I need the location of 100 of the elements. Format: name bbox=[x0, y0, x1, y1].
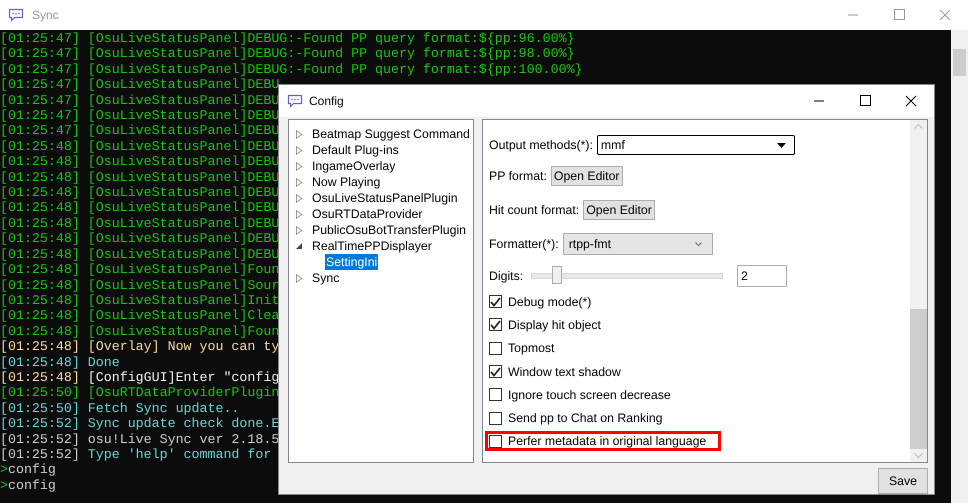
command-text: config bbox=[8, 478, 56, 494]
setting-label: PP format: bbox=[489, 169, 547, 183]
prompt-mark: > bbox=[0, 462, 8, 478]
log-time: [01:25:47] bbox=[0, 108, 80, 124]
log-message: [OsuLiveStatusPanel]Init bbox=[88, 292, 280, 308]
collapsed-arrow-icon[interactable] bbox=[295, 130, 303, 138]
log-time: [01:25:48] bbox=[0, 278, 80, 293]
log-time: [01:25:47] bbox=[0, 92, 80, 108]
log-time: [01:25:52] bbox=[0, 432, 80, 447]
formatter-dropdown[interactable]: rtpp-fmt bbox=[562, 233, 713, 255]
log-message: [OsuLiveStatusPanel]DEBU bbox=[88, 200, 280, 216]
checkbox-label: Send pp to Chat on Ranking bbox=[508, 411, 663, 426]
log-message: [OsuLiveStatusPanel]DEBU bbox=[88, 154, 280, 170]
scrollbar[interactable] bbox=[951, 30, 968, 503]
log-message: [OsuLiveStatusPanel]Foun bbox=[88, 262, 280, 278]
log-time: [01:25:48] bbox=[0, 324, 80, 340]
log-message: [OsuLiveStatusPanel]Clea bbox=[88, 308, 280, 324]
collapsed-arrow-icon[interactable] bbox=[295, 146, 303, 154]
chat-icon bbox=[287, 94, 303, 108]
digits-field[interactable]: 2 bbox=[737, 265, 787, 287]
log-message: [OsuLiveStatusPanel]DEBUG:-Found PP query format:${pp:96.00%} bbox=[88, 31, 575, 46]
log-message: Done bbox=[88, 354, 120, 370]
log-time: [01:25:48] bbox=[0, 339, 80, 355]
checkbox-label: Debug mode(*) bbox=[508, 294, 592, 309]
log-time: [01:25:48] bbox=[0, 138, 80, 154]
log-message: [OsuLiveStatusPanel]DEBU bbox=[88, 138, 280, 154]
log-message: Fetch Sync update.. bbox=[88, 400, 240, 416]
window-title: Config bbox=[309, 94, 344, 108]
log-message: [OsuLiveStatusPanel]DEBU bbox=[88, 231, 280, 247]
log-time: [01:25:47] bbox=[0, 123, 80, 139]
log-time: [01:25:48] bbox=[0, 246, 80, 262]
tree-item[interactable]: RealTimePPDisplayer bbox=[311, 238, 433, 254]
collapsed-arrow-icon[interactable] bbox=[295, 274, 303, 282]
save-button[interactable]: Save bbox=[878, 468, 928, 494]
tree-item[interactable]: OsuLiveStatusPanelPlugin bbox=[311, 190, 459, 206]
scrollbar[interactable] bbox=[910, 120, 927, 462]
tree-item[interactable]: SettingIni bbox=[325, 254, 378, 270]
log-time: [01:25:48] bbox=[0, 154, 80, 170]
checkbox[interactable] bbox=[489, 342, 502, 355]
setting-label: Hit count format: bbox=[489, 203, 580, 217]
log-message: [OsuLiveStatusPanel]DEBU bbox=[88, 216, 280, 232]
open-editor-button[interactable]: Open Editor bbox=[583, 200, 655, 220]
chat-icon bbox=[8, 8, 24, 22]
setting-label: Digits: bbox=[489, 269, 524, 283]
tree-item[interactable]: OsuRTDataProvider bbox=[311, 206, 424, 222]
window-title: Sync bbox=[32, 8, 59, 22]
collapsed-arrow-icon[interactable] bbox=[295, 210, 303, 218]
open-editor-button[interactable]: Open Editor bbox=[550, 166, 622, 186]
log-time: [01:25:48] bbox=[0, 231, 80, 247]
log-time: [01:25:50] bbox=[0, 400, 80, 416]
expanded-arrow-icon[interactable] bbox=[295, 242, 303, 250]
log-message: [OsuLiveStatusPanel]DEBU bbox=[88, 246, 280, 262]
log-time: [01:25:52] bbox=[0, 446, 80, 462]
log-message: [OsuLiveStatusPanel]DEBU bbox=[88, 185, 280, 200]
checkbox[interactable] bbox=[489, 412, 502, 425]
log-message: osu!Live Sync ver 2.18.5 bbox=[88, 432, 280, 447]
tree-item[interactable]: IngameOverlay bbox=[311, 158, 396, 174]
collapsed-arrow-icon[interactable] bbox=[295, 226, 303, 234]
log-time: [01:25:52] bbox=[0, 416, 80, 432]
tree-item[interactable]: Sync bbox=[311, 270, 340, 286]
collapsed-arrow-icon[interactable] bbox=[295, 178, 303, 186]
checkbox[interactable] bbox=[489, 295, 502, 308]
log-message: [OsuLiveStatusPanel]DEBU bbox=[88, 170, 280, 186]
log-time: [01:25:48] bbox=[0, 216, 80, 232]
scroll-down-icon[interactable] bbox=[914, 453, 923, 458]
command-text: config bbox=[8, 462, 56, 478]
checkbox[interactable] bbox=[489, 365, 502, 378]
log-time: [01:25:47] bbox=[0, 31, 80, 46]
checkbox-label: Perfer metadata in original language bbox=[508, 434, 706, 448]
slider-thumb[interactable] bbox=[552, 266, 562, 284]
log-time: [01:25:48] bbox=[0, 292, 80, 308]
checkbox[interactable] bbox=[489, 388, 502, 402]
tree-item[interactable]: Default Plug-ins bbox=[311, 142, 400, 158]
log-message: Sync update check done.E bbox=[88, 416, 280, 432]
checkbox[interactable] bbox=[489, 318, 502, 332]
log-message: [OsuLiveStatusPanel]DEBU bbox=[88, 92, 280, 108]
output-dropdown[interactable]: mmf bbox=[596, 135, 795, 155]
log-time: [01:25:47] bbox=[0, 46, 80, 62]
tree-item[interactable]: Now Playing bbox=[311, 174, 382, 190]
checkbox-label: Window text shadow bbox=[508, 364, 621, 379]
log-message: [OsuRTDataProviderPlugin bbox=[88, 385, 280, 401]
log-message: [Overlay] Now you can ty bbox=[88, 339, 280, 355]
log-message: [OsuLiveStatusPanel]DEBU bbox=[88, 77, 280, 93]
log-message: [ConfigGUI]Enter "config bbox=[88, 370, 280, 386]
log-message: [OsuLiveStatusPanel]DEBUG:-Found PP query format:${pp:100.00%} bbox=[88, 62, 583, 78]
checkbox-label: Ignore touch screen decrease bbox=[508, 388, 671, 402]
tree-item[interactable]: PublicOsuBotTransferPlugin bbox=[311, 222, 468, 238]
scroll-up-icon[interactable] bbox=[914, 124, 923, 129]
log-time: [01:25:48] bbox=[0, 185, 80, 200]
checkbox[interactable] bbox=[489, 434, 502, 448]
tree-item[interactable]: Beatmap Suggest Command bbox=[311, 126, 471, 142]
log-message: [OsuLiveStatusPanel]Foun bbox=[88, 324, 280, 340]
log-message: [OsuLiveStatusPanel]DEBU bbox=[88, 123, 280, 139]
log-time: [01:25:48] bbox=[0, 262, 80, 278]
collapsed-arrow-icon[interactable] bbox=[295, 162, 303, 170]
log-time: [01:25:48] bbox=[0, 200, 80, 216]
collapsed-arrow-icon[interactable] bbox=[295, 194, 303, 202]
log-time: [01:25:48] bbox=[0, 354, 80, 370]
log-message: [OsuLiveStatusPanel]Sour bbox=[88, 278, 280, 293]
log-time: [01:25:50] bbox=[0, 385, 80, 401]
